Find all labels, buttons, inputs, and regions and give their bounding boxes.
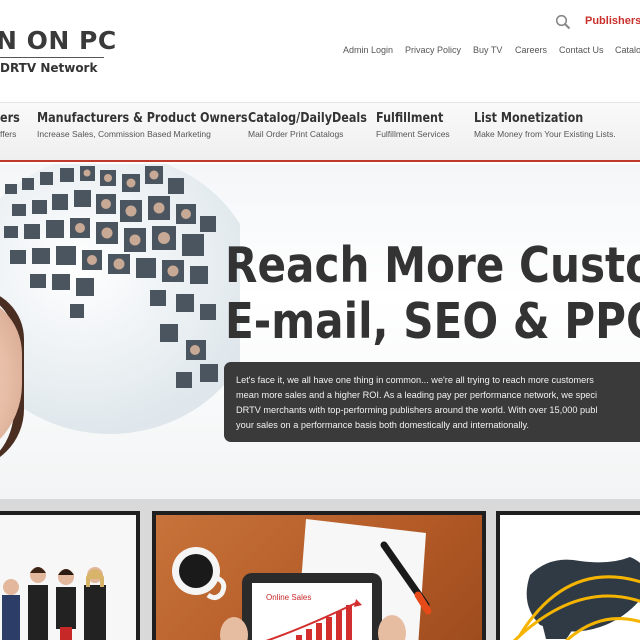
search-icon[interactable] [555,14,571,30]
people-globe-graphic [0,164,240,434]
hero-headline: Reach More Custom E-mail, SEO & PPC [225,238,640,350]
nav-item-list-monetization[interactable]: List Monetization Make Money from Your E… [474,111,616,139]
feature-panel-global[interactable] [496,511,640,640]
nav-item-fulfillment[interactable]: Fulfillment Fulfillment Services [376,111,454,139]
hero-headline-line1: Reach More Custom [225,237,640,294]
hero-description: Let's face it, we all have one thing in … [236,373,640,433]
logo-text[interactable]: N ON PC [0,26,117,55]
nav-item-subtitle: Make Money from Your Existing Lists. [474,129,616,139]
nav-item-title: Fulfillment [376,111,444,126]
nav-item-title: ers [0,111,20,126]
contact-us-link[interactable]: Contact Us [559,45,604,55]
nav-item-manufacturers[interactable]: Manufacturers & Product Owners Increase … [37,111,282,139]
online-sales-label: Online Sales [266,593,311,602]
logo-tagline: DRTV Network [0,61,98,75]
nav-item-title: Catalog/DailyDeals [248,111,367,126]
feature-panel-online-sales[interactable]: Online Sales [152,511,486,640]
hero-description-line: mean more sales and a higher ROI. As a l… [236,390,598,400]
hero-description-line: DRTV merchants with top-performing publi… [236,405,598,415]
nav-item-subtitle: Increase Sales, Commission Based Marketi… [37,129,211,139]
careers-link[interactable]: Careers [515,45,547,55]
world-map-image [513,557,640,640]
online-sales-image: Online Sales [172,519,432,640]
admin-login-link[interactable]: Admin Login [343,45,393,55]
nav-item-title: List Monetization [474,111,584,126]
hero-description-line: your sales on a performance basis both d… [236,420,529,430]
business-team-image [2,567,106,640]
nav-item-title: Manufacturers & Product Owners [37,111,248,126]
hero-headline-line2: E-mail, SEO & PPC [225,293,640,350]
hero-description-box: Let's face it, we all have one thing in … [224,362,640,442]
nav-item-subtitle: Fulfillment Services [376,129,450,139]
nav-item-catalog[interactable]: Catalog/DailyDeals Mail Order Print Cata… [248,111,386,139]
catalog-link[interactable]: Catalo [615,45,640,55]
nav-item-subtitle: ffers [0,129,17,139]
site-header: N ON PC DRTV Network Publishers Lo Admin… [0,0,640,100]
main-nav: ers ffers Manufacturers & Product Owners… [0,102,640,162]
feature-panel-team[interactable] [0,511,140,640]
logo-divider [0,57,104,58]
nav-item-subtitle: Mail Order Print Catalogs [248,129,344,139]
privacy-policy-link[interactable]: Privacy Policy [405,45,461,55]
feature-panels: Online Sales [0,499,640,640]
buy-tv-link[interactable]: Buy TV [473,45,502,55]
nav-item-publishers[interactable]: ers ffers [0,111,23,139]
hero-description-line: Let's face it, we all have one thing in … [236,375,594,385]
publishers-login-link[interactable]: Publishers Lo [585,15,640,27]
hero-banner: Reach More Custom E-mail, SEO & PPC Let'… [0,164,640,499]
